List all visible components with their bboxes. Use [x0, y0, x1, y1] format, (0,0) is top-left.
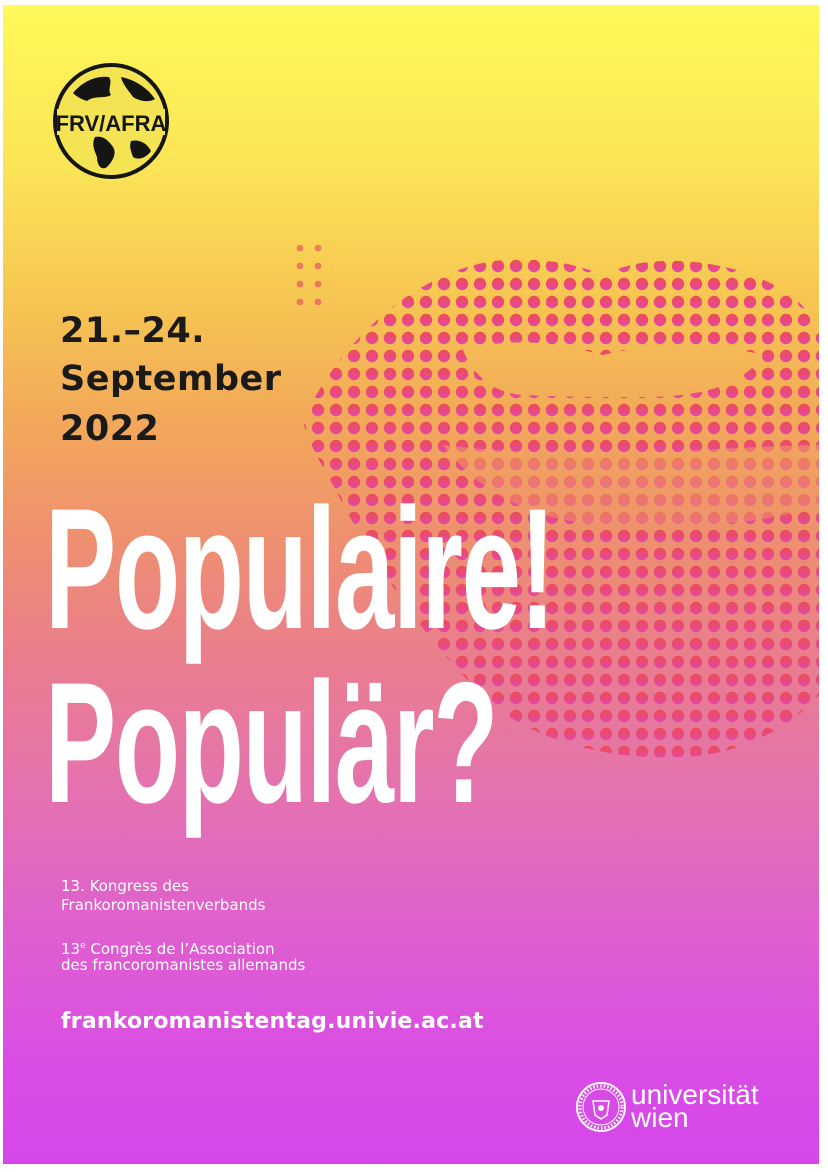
date-line-3: 2022	[60, 409, 160, 449]
congress-de-line-1: 13. Kongress des	[61, 877, 189, 895]
title-line-1: Populaire!	[45, 473, 555, 665]
website-link[interactable]: frankoromanistentag.univie.ac.at	[61, 1009, 484, 1034]
frv-afra-logo: FRV/AFRA	[51, 61, 171, 181]
date-line-1: 21.–24.	[60, 311, 206, 351]
poster: FRV/AFRA 21.–24. September 2022 Populair…	[3, 5, 819, 1164]
svg-text:FRV/AFRA: FRV/AFRA	[56, 111, 167, 136]
date-line-2: September	[60, 359, 282, 399]
globe-icon: FRV/AFRA	[53, 63, 169, 179]
title-line-2: Populär?	[45, 647, 498, 839]
university-seal-icon	[575, 1081, 627, 1133]
congress-de-line-2: Frankoromanistenverbands	[61, 896, 266, 914]
congress-fr-line-2: des francoromanistes allemands	[61, 956, 306, 974]
university-name-line-2: wien	[631, 1102, 689, 1133]
